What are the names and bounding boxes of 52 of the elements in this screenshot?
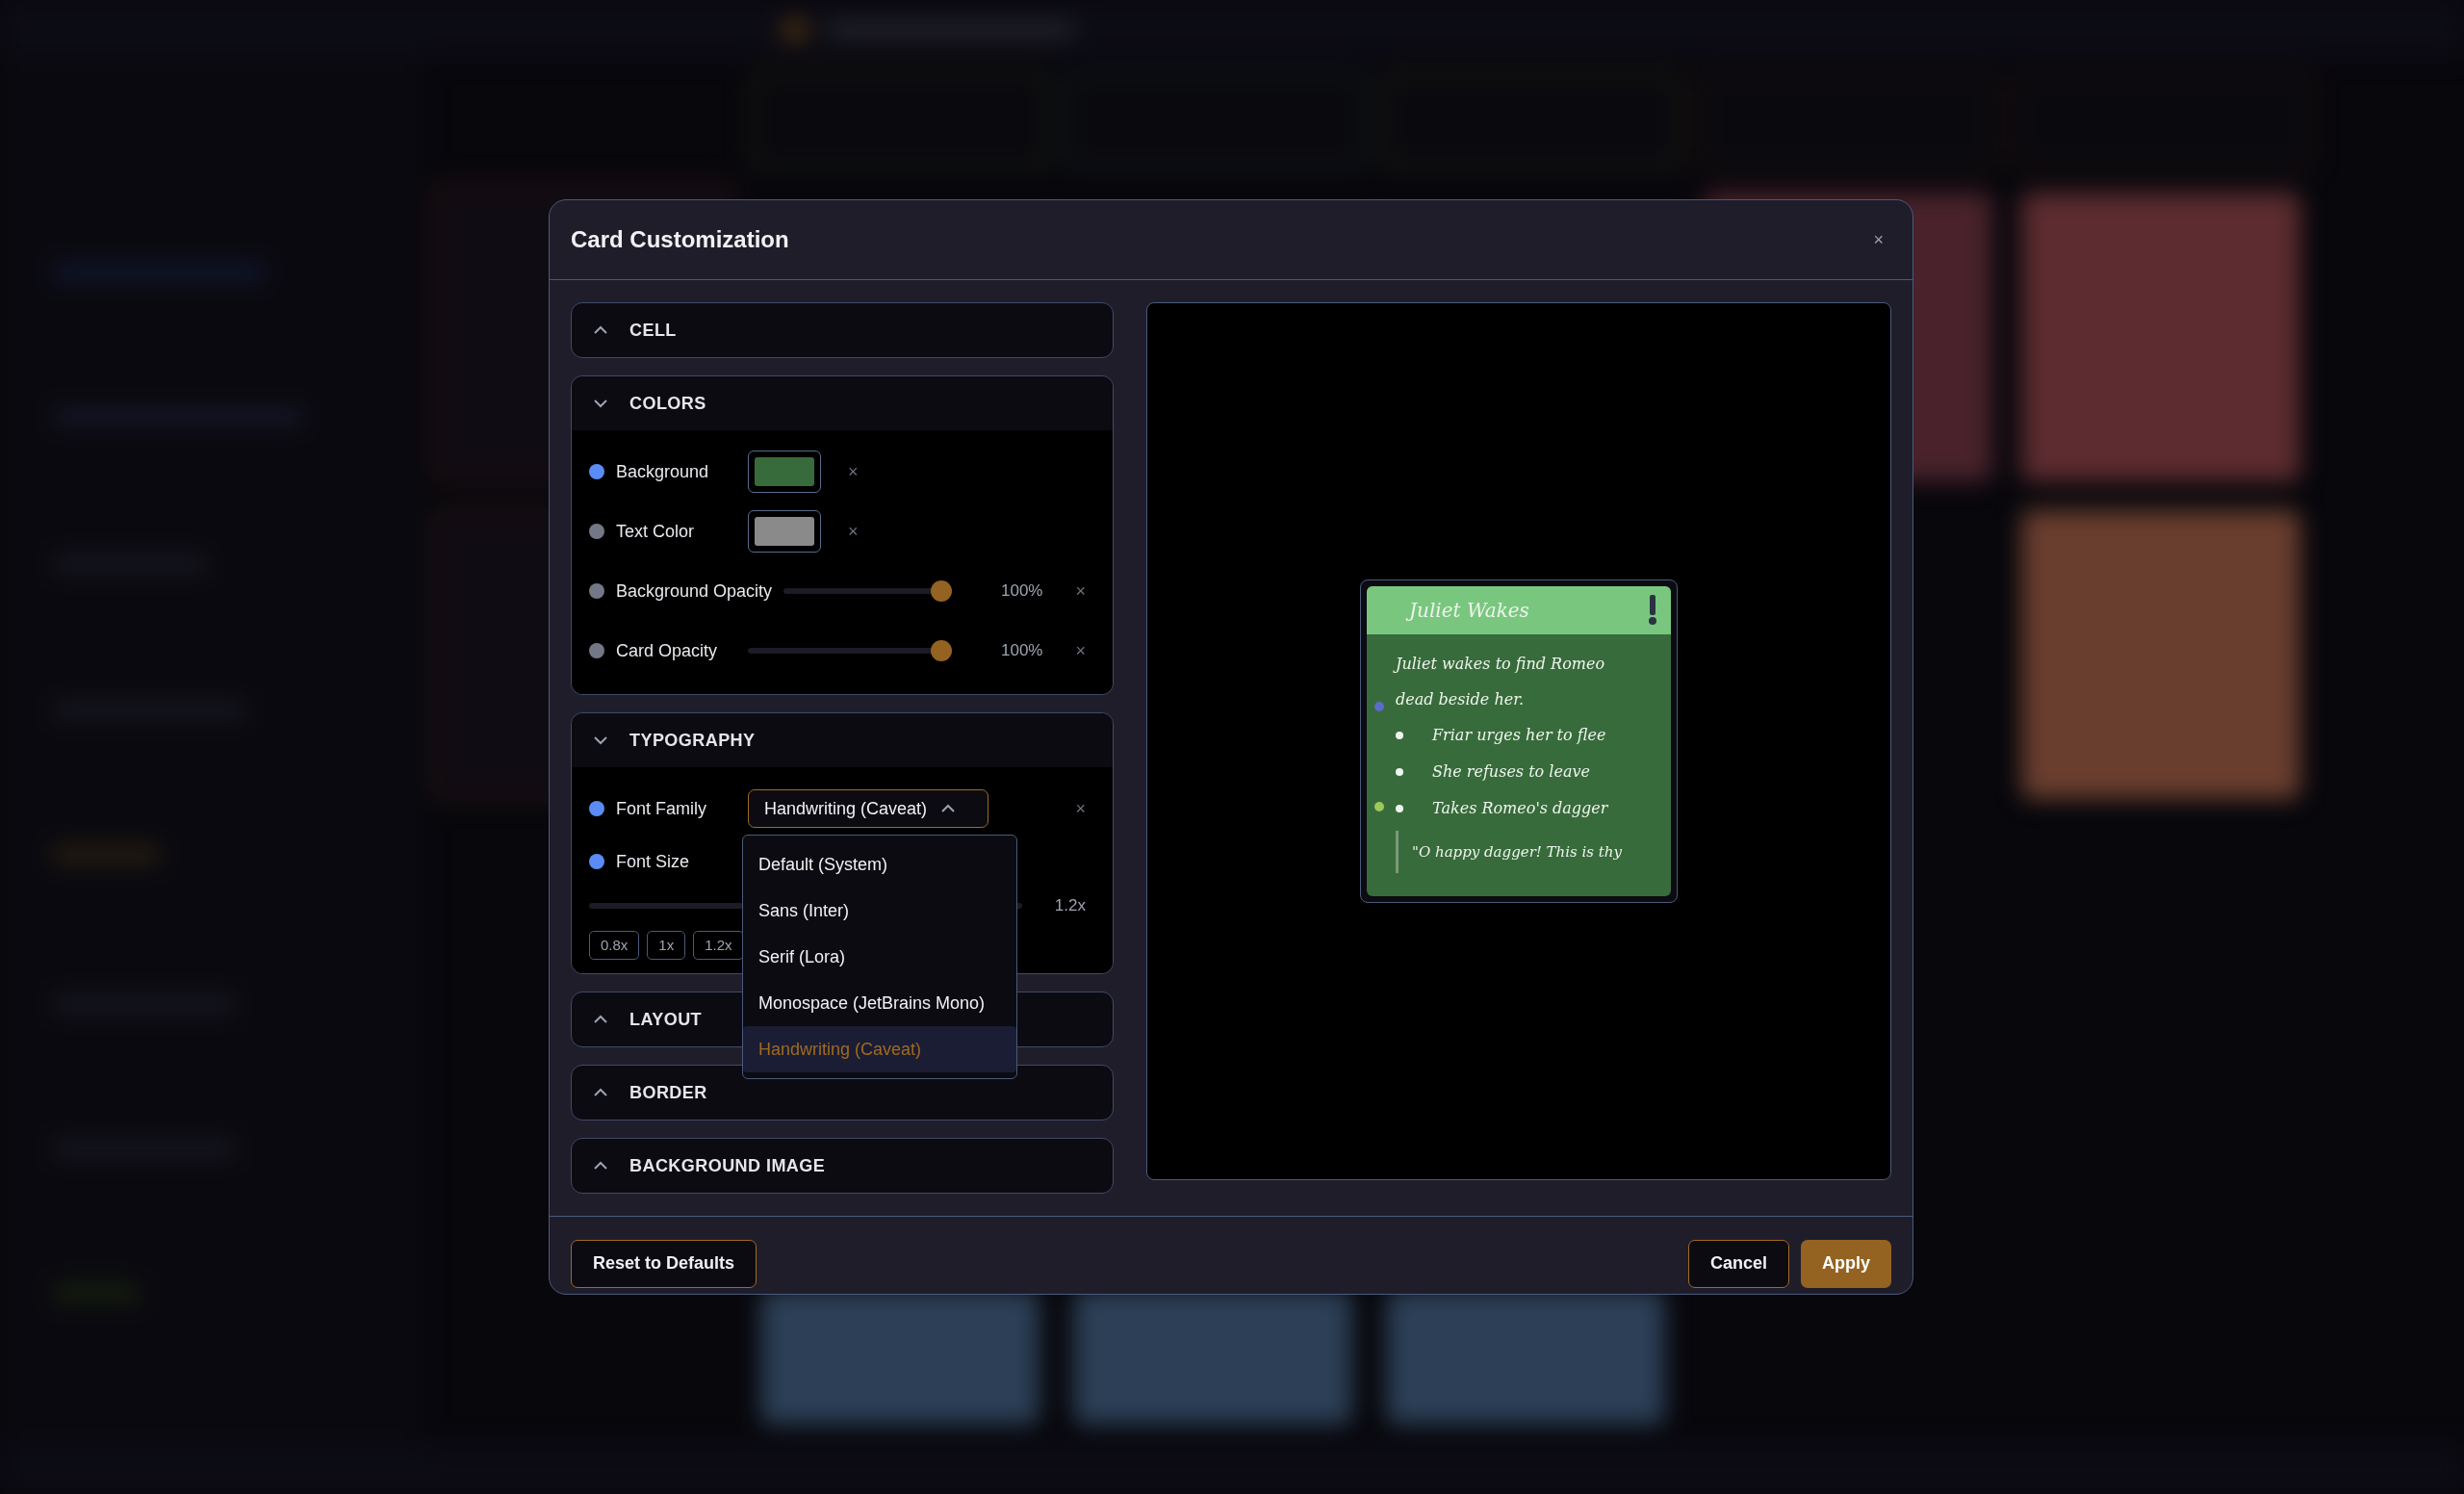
dialog-title: Card Customization <box>571 225 789 254</box>
slider-value: 1.2x <box>1053 895 1086 917</box>
font-family-select[interactable]: Handwriting (Caveat) <box>748 789 988 828</box>
setting-label: Background Opacity <box>616 580 773 603</box>
section-header[interactable]: LAYOUT <box>593 1006 703 1033</box>
color-swatch[interactable] <box>748 510 821 553</box>
clear-button[interactable]: × <box>1075 637 1086 664</box>
slider-thumb[interactable] <box>931 580 953 602</box>
chevron-up-icon <box>593 1161 608 1171</box>
color-swatch[interactable] <box>748 451 821 493</box>
exclamation-icon <box>1648 595 1657 626</box>
section-header[interactable]: BACKGROUND IMAGE <box>593 1152 826 1179</box>
close-button[interactable]: × <box>1865 226 1891 253</box>
chevron-up-icon <box>593 1088 608 1097</box>
section-header[interactable]: CELL <box>593 317 677 344</box>
clear-button[interactable]: × <box>1075 795 1086 822</box>
setting-label: Text Color <box>616 520 696 543</box>
bullet-icon <box>1396 768 1403 776</box>
bullet-icon <box>1396 805 1403 812</box>
size-preset-button[interactable]: 1x <box>647 931 686 960</box>
dropdown-option[interactable]: Serif (Lora) <box>743 934 1016 980</box>
section-header[interactable]: COLORS <box>593 390 706 417</box>
bullet-text: Friar urges her to flee <box>1432 725 1606 746</box>
chevron-down-icon <box>593 399 608 408</box>
dropdown-option[interactable]: Monospace (JetBrains Mono) <box>743 980 1016 1026</box>
clear-button[interactable]: × <box>848 458 859 485</box>
card-quote: "O happy dagger! This is thy <box>1396 831 1642 873</box>
setting-label: Background <box>616 460 710 483</box>
chevron-down-icon <box>593 735 608 745</box>
size-preset-button[interactable]: 0.8x <box>589 931 640 960</box>
setting-label: Font Size <box>616 850 691 873</box>
dropdown-option[interactable]: Default (System) <box>743 841 1016 888</box>
setting-label: Card Opacity <box>616 639 719 662</box>
apply-button[interactable]: Apply <box>1801 1239 1891 1288</box>
section-header[interactable]: TYPOGRAPHY <box>593 727 756 754</box>
dropdown-option[interactable]: Handwriting (Caveat) <box>743 1026 1016 1072</box>
chevron-up-icon <box>593 325 608 335</box>
slider-thumb[interactable] <box>931 640 953 661</box>
bullet-text: Takes Romeo's dagger <box>1432 798 1608 819</box>
dropdown-option[interactable]: Sans (Inter) <box>743 888 1016 934</box>
reset-button[interactable]: Reset to Defaults <box>571 1239 757 1288</box>
clear-button[interactable]: × <box>848 518 859 545</box>
bullet-text: She refuses to leave <box>1432 761 1590 783</box>
cancel-button[interactable]: Cancel <box>1687 1239 1789 1288</box>
section-header[interactable]: BORDER <box>593 1079 707 1106</box>
chevron-up-icon <box>940 804 957 813</box>
chevron-up-icon <box>593 1015 608 1024</box>
setting-label: Font Family <box>616 797 708 820</box>
clear-button[interactable]: × <box>1075 578 1086 605</box>
bullet-icon <box>1396 732 1403 739</box>
slider-value: 100% <box>1000 640 1043 662</box>
slider-value: 100% <box>1000 580 1043 603</box>
